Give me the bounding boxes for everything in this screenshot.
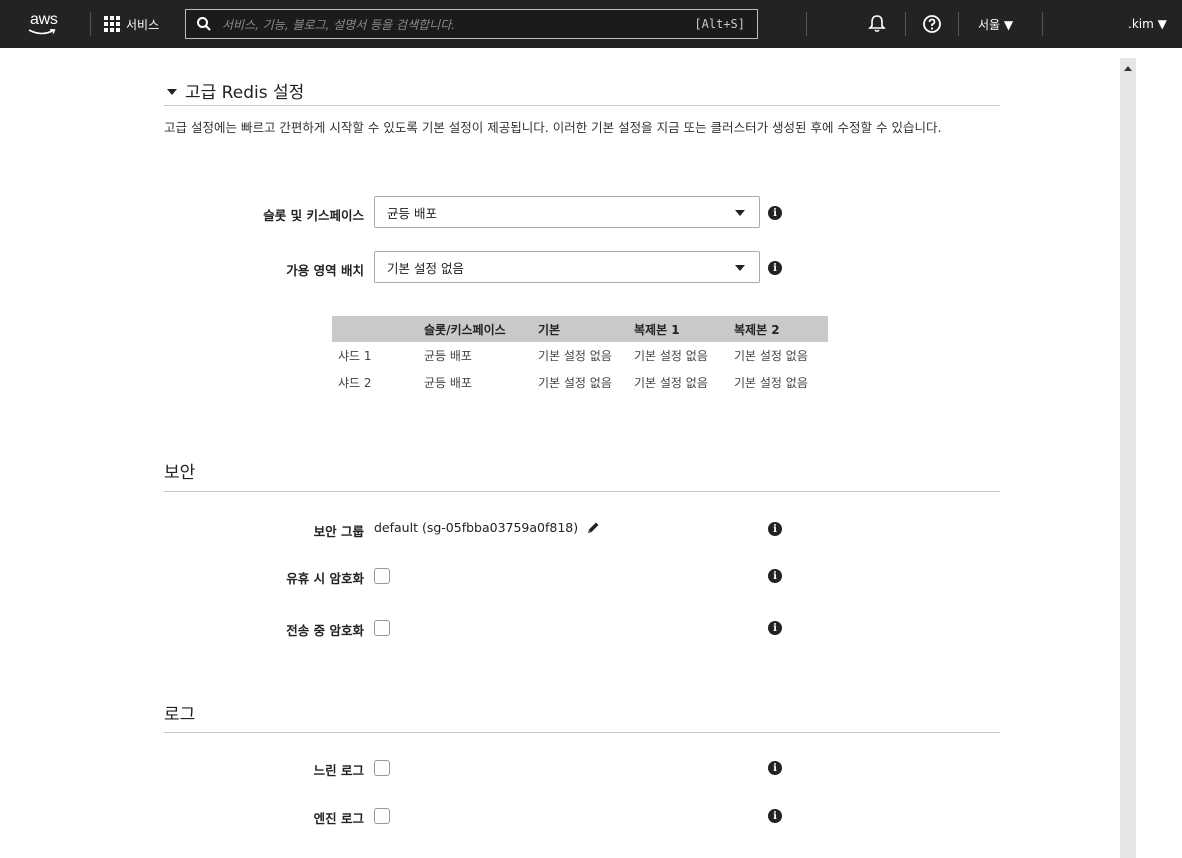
- info-icon[interactable]: i: [768, 621, 782, 635]
- table-cell: 기본 설정 없음: [734, 349, 808, 363]
- table-cell: 기본 설정 없음: [634, 376, 708, 390]
- slots-keyspace-label: 슬롯 및 키스페이스: [263, 208, 364, 223]
- encryption-in-transit-label: 전송 중 암호화: [286, 623, 364, 638]
- table-cell: 샤드 1: [338, 349, 372, 363]
- table-row: 샤드 1 균등 배포 기본 설정 없음 기본 설정 없음 기본 설정 없음: [332, 342, 828, 369]
- services-label: 서비스: [126, 17, 160, 32]
- encryption-in-transit-checkbox[interactable]: [374, 620, 390, 636]
- bell-icon[interactable]: [868, 14, 886, 34]
- security-group-label: 보안 그룹: [313, 524, 364, 539]
- chevron-down-icon: [735, 210, 745, 216]
- user-menu[interactable]: .kim ▼: [1128, 0, 1167, 48]
- search-shortcut-hint: [Alt+S]: [694, 17, 745, 31]
- aws-smile-icon: [28, 29, 56, 35]
- search-icon: [197, 17, 211, 31]
- table-cell: 균등 배포: [424, 349, 472, 363]
- region-selector[interactable]: 서울 ▼: [978, 0, 1013, 48]
- table-cell: 균등 배포: [424, 376, 472, 390]
- help-icon[interactable]: [922, 14, 942, 34]
- table-header: [332, 316, 418, 342]
- az-placement-select[interactable]: 기본 설정 없음: [374, 251, 760, 283]
- advanced-settings-description: 고급 설정에는 빠르고 간편하게 시작할 수 있도록 기본 설정이 제공됩니다.…: [164, 120, 942, 135]
- chevron-down-icon: [735, 265, 745, 271]
- info-icon[interactable]: i: [768, 809, 782, 823]
- aws-logo[interactable]: aws: [22, 11, 66, 37]
- services-menu-button[interactable]: 서비스: [104, 0, 159, 48]
- slow-log-checkbox[interactable]: [374, 760, 390, 776]
- encryption-at-rest-checkbox[interactable]: [374, 568, 390, 584]
- engine-log-checkbox[interactable]: [374, 808, 390, 824]
- table-row: 샤드 2 균등 배포 기본 설정 없음 기본 설정 없음 기본 설정 없음: [332, 369, 828, 396]
- slots-keyspace-select[interactable]: 균등 배포: [374, 196, 760, 228]
- info-icon[interactable]: i: [768, 206, 782, 220]
- slots-keyspace-value: 균등 배포: [387, 205, 437, 221]
- section-divider: [164, 732, 1000, 733]
- encryption-at-rest-label: 유휴 시 암호화: [286, 571, 364, 586]
- table-header: 복제본 2: [728, 316, 828, 342]
- security-section-title: 보안: [164, 463, 196, 483]
- slow-log-label: 느린 로그: [313, 763, 364, 778]
- pencil-edit-icon[interactable]: [586, 521, 600, 535]
- security-group-value-wrap: default (sg-05fbba03759a0f818): [374, 520, 600, 535]
- section-divider: [164, 491, 1000, 492]
- table-cell: 기본 설정 없음: [734, 376, 808, 390]
- nav-divider: [1042, 12, 1043, 36]
- section-divider: [164, 105, 1000, 106]
- table-header: 슬롯/키스페이스: [418, 316, 532, 342]
- info-icon[interactable]: i: [768, 261, 782, 275]
- nav-divider: [905, 12, 906, 36]
- info-icon[interactable]: i: [768, 569, 782, 583]
- nav-divider: [958, 12, 959, 36]
- advanced-settings-toggle[interactable]: 고급 Redis 설정: [167, 78, 304, 103]
- table-header-row: 슬롯/키스페이스 기본 복제본 1 복제본 2: [332, 316, 828, 342]
- main-content: 고급 Redis 설정 고급 설정에는 빠르고 간편하게 시작할 수 있도록 기…: [0, 48, 1182, 858]
- grid-menu-icon: [104, 16, 120, 32]
- nav-divider: [90, 12, 91, 36]
- nav-divider: [806, 12, 807, 36]
- scrollbar[interactable]: [1120, 58, 1136, 858]
- aws-logo-text: aws: [30, 11, 58, 28]
- caret-down-icon: [167, 88, 177, 95]
- info-icon[interactable]: i: [768, 761, 782, 775]
- table-cell: 샤드 2: [338, 376, 372, 390]
- table-cell: 기본 설정 없음: [538, 376, 612, 390]
- az-placement-label: 가용 영역 배치: [286, 263, 364, 278]
- shard-placement-table: 슬롯/키스페이스 기본 복제본 1 복제본 2 샤드 1 균등 배포 기본 설정…: [332, 316, 828, 396]
- scroll-up-arrow-icon[interactable]: [1124, 66, 1132, 71]
- table-header: 복제본 1: [628, 316, 728, 342]
- security-group-value: default (sg-05fbba03759a0f818): [374, 520, 579, 535]
- table-cell: 기본 설정 없음: [538, 349, 612, 363]
- info-icon[interactable]: i: [768, 522, 782, 536]
- table-header: 기본: [532, 316, 628, 342]
- table-cell: 기본 설정 없음: [634, 349, 708, 363]
- advanced-settings-title: 고급 Redis 설정: [185, 83, 305, 103]
- az-placement-value: 기본 설정 없음: [387, 260, 464, 276]
- search-placeholder: 서비스, 기능, 블로그, 설명서 등을 검색합니다.: [222, 17, 456, 32]
- engine-log-label: 엔진 로그: [313, 811, 364, 826]
- search-input[interactable]: 서비스, 기능, 블로그, 설명서 등을 검색합니다. [Alt+S]: [185, 9, 758, 39]
- logs-section-title: 로그: [164, 705, 196, 725]
- top-navigation-bar: aws 서비스 서비스, 기능, 블로그, 설명서 등을 검색합니다. [Alt…: [0, 0, 1182, 48]
